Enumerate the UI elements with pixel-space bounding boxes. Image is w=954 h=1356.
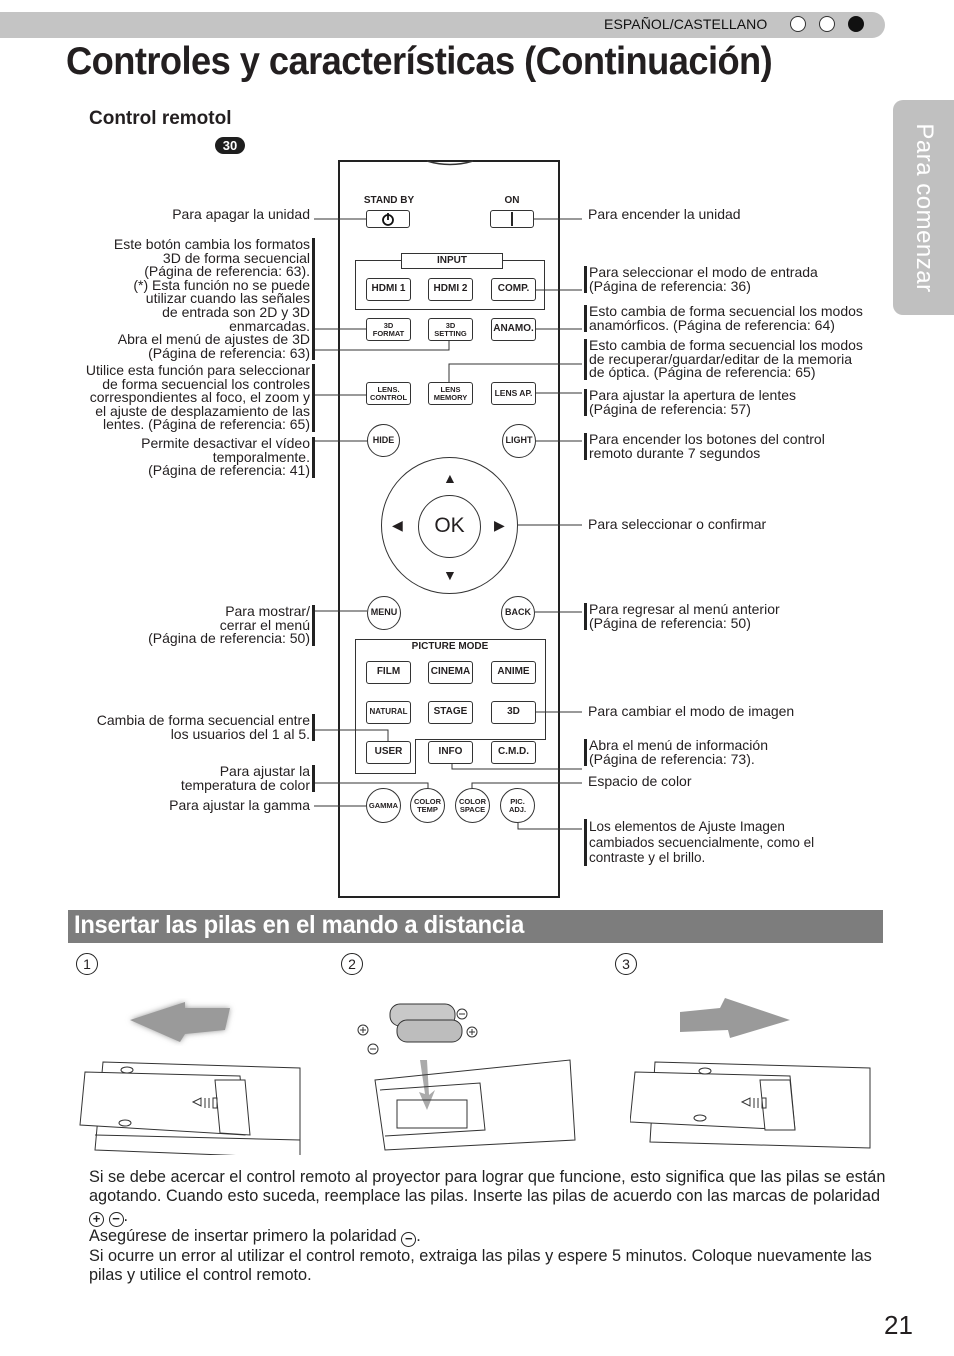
callout-light: Para encender los botones del control re…	[584, 432, 889, 461]
instruction-paragraph: Si ocurre un error al utilizar el contro…	[89, 1246, 872, 1284]
battery-section-title: Insertar las pilas en el mando a distanc…	[74, 911, 525, 939]
polarity-minus-icon: −	[108, 1211, 124, 1227]
battery-instructions: Si se debe acercar el control remoto al …	[89, 1168, 889, 1285]
instruction-paragraph: Asegúrese de insertar primero la polarid…	[89, 1226, 397, 1245]
step-number: 3	[615, 953, 637, 975]
callout-info: Abra el menú de información (Página de r…	[584, 738, 889, 767]
step-number: 2	[341, 953, 363, 975]
battery-section-header: Insertar las pilas en el mando a distanc…	[68, 910, 883, 943]
battery-insert-illustration	[357, 1003, 576, 1151]
page-number: 21	[884, 1310, 913, 1340]
remote-cover-open-illustration	[79, 1002, 301, 1155]
arrow-right-icon	[680, 998, 790, 1038]
callout-hide: Permite desactivar el vídeo temporalment…	[60, 436, 315, 478]
callout-on: Para encender la unidad	[588, 206, 741, 222]
remote-cover-close-illustration	[630, 998, 871, 1149]
callout-3d-format: Este botón cambia los formatos 3D de for…	[60, 237, 315, 334]
callout-lens-control: Utilice esta función para seleccionar de…	[40, 363, 315, 432]
callout-gamma: Para ajustar la gamma	[169, 797, 310, 813]
polarity-minus-icon: −	[401, 1231, 417, 1247]
callout-standby: Para apagar la unidad	[172, 206, 310, 222]
callout-back: Para regresar al menú anterior (Página d…	[584, 602, 889, 631]
callout-input: Para seleccionar el modo de entrada (Pág…	[584, 265, 889, 294]
callout-lens-memory: Esto cambia de forma secuencial los modo…	[584, 338, 899, 380]
callout-color-space: Espacio de color	[588, 773, 692, 789]
callout-ok: Para seleccionar o confirmar	[588, 516, 767, 532]
callout-pic-adj: Los elementos de Ajuste Imagen cambiados…	[584, 819, 889, 866]
arrow-left-icon	[130, 1002, 230, 1042]
callout-picture-mode: Para cambiar el modo de imagen	[588, 703, 795, 719]
callout-lens-ap: Para ajustar la apertura de lentes (Pági…	[584, 388, 889, 417]
arrow-down-icon	[419, 1060, 435, 1110]
callout-user: Cambia de forma secuencial entre los usu…	[40, 713, 315, 742]
step-number: 1	[76, 953, 98, 975]
callout-menu: Para mostrar/ cerrar el menú (Página de …	[60, 604, 315, 646]
punctuation: .	[416, 1226, 421, 1245]
polarity-plus-icon: +	[89, 1211, 104, 1227]
instruction-paragraph: Si se debe acercar el control remoto al …	[89, 1168, 886, 1206]
punctuation: .	[123, 1206, 129, 1225]
callout-color-temp: Para ajustar la temperatura de color	[60, 764, 315, 793]
callout-anamo: Esto cambia de forma secuencial los modo…	[584, 304, 899, 333]
callout-3d-setting: Abra el menú de ajustes de 3D (Página de…	[60, 332, 315, 361]
